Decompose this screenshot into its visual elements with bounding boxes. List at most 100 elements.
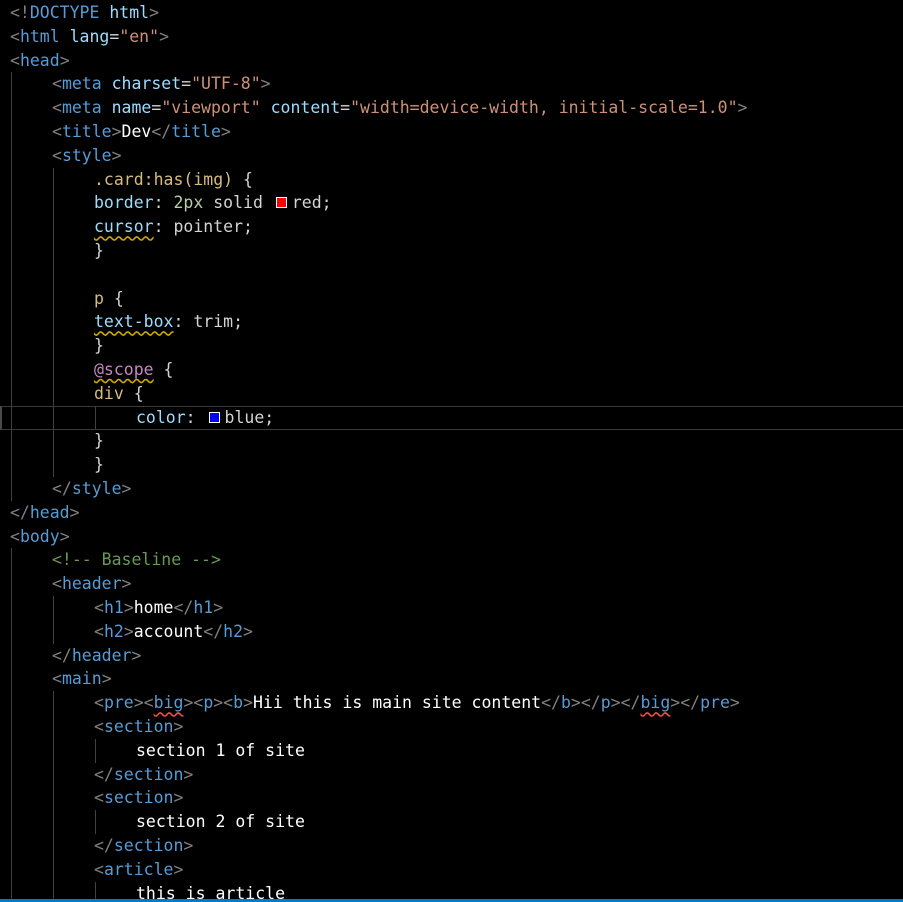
code-line[interactable]: section 2 of site — [0, 810, 903, 834]
code-line[interactable]: div { — [0, 382, 903, 406]
code-token: < — [94, 788, 104, 808]
code-token: account — [133, 621, 204, 641]
indent-guide — [95, 881, 96, 899]
code-line[interactable]: <!-- Baseline --> — [0, 548, 903, 572]
code-token: > — [183, 764, 194, 784]
code-token: > — [220, 122, 231, 141]
code-token: < — [52, 145, 62, 165]
code-line[interactable]: <article> — [0, 858, 903, 882]
code-text: <h1>home</h1> — [94, 596, 223, 620]
code-token: head — [29, 502, 70, 522]
code-line[interactable]: <section> — [0, 786, 903, 810]
code-text: </head> — [10, 501, 80, 525]
code-token: home — [133, 598, 174, 617]
color-swatch-icon[interactable] — [208, 411, 220, 423]
code-token: } — [94, 241, 104, 260]
code-text: } — [94, 239, 104, 263]
code-line[interactable]: </style> — [0, 477, 903, 501]
code-token: < — [10, 526, 20, 546]
code-line-active[interactable]: color: blue; — [0, 405, 903, 430]
code-token: this is article — [136, 883, 286, 899]
code-token: solid — [203, 193, 273, 213]
code-token: > — [183, 836, 194, 855]
code-line[interactable]: <header> — [0, 572, 903, 596]
code-token: { — [103, 288, 124, 308]
code-line[interactable]: <head> — [0, 49, 903, 73]
code-token: h1 — [103, 598, 124, 617]
code-line[interactable]: <style> — [0, 144, 903, 168]
code-line[interactable]: <main> — [0, 667, 903, 691]
code-line[interactable]: </head> — [0, 501, 903, 525]
code-line[interactable]: <html lang="en"> — [0, 25, 903, 49]
code-token: > — [159, 26, 169, 46]
code-token: header — [71, 645, 132, 665]
code-line[interactable]: cursor: pointer; — [0, 215, 903, 239]
code-token: color — [136, 407, 186, 427]
code-token: name — [111, 98, 152, 118]
code-line[interactable]: <!DOCTYPE html> — [0, 1, 903, 25]
code-token: section — [103, 788, 174, 808]
code-token: head — [19, 50, 60, 70]
code-token: = — [181, 74, 192, 94]
code-line[interactable]: } — [0, 453, 903, 477]
code-token: section 2 of site — [136, 812, 305, 832]
color-swatch-icon[interactable] — [275, 197, 287, 209]
code-line[interactable]: border: 2px solid red; — [0, 191, 903, 215]
code-token: } — [94, 431, 104, 451]
code-token: < — [94, 621, 104, 641]
code-token: </ — [52, 645, 72, 665]
code-line[interactable]: this is article — [0, 882, 903, 899]
code-token: charset — [111, 74, 182, 94]
code-line[interactable]: } — [0, 239, 903, 263]
code-token: { — [233, 169, 253, 189]
code-token: < — [52, 122, 62, 141]
code-token: < — [94, 717, 104, 736]
code-text: @scope { — [94, 358, 173, 382]
code-line[interactable]: text-box: trim; — [0, 310, 903, 334]
code-token: .card:has(img) — [94, 169, 234, 189]
code-text: <meta name="viewport" content="width=dev… — [52, 96, 747, 120]
code-token: DOCTYPE — [29, 3, 100, 22]
code-text: <article> — [94, 858, 183, 882]
code-token: < — [94, 859, 104, 879]
code-line[interactable]: } — [0, 334, 903, 358]
code-line[interactable]: </section> — [0, 834, 903, 858]
code-token: </ — [203, 621, 224, 641]
code-token: "viewport" — [161, 98, 261, 118]
code-line[interactable]: } — [0, 429, 903, 453]
code-line[interactable]: <h1>home</h1> — [0, 596, 903, 620]
code-line[interactable]: <h2>account</h2> — [0, 620, 903, 644]
code-line[interactable]: <meta charset="UTF-8"> — [0, 72, 903, 96]
code-line[interactable]: </section> — [0, 763, 903, 787]
code-token: section — [113, 764, 184, 784]
code-token: pre — [700, 693, 730, 713]
code-line[interactable]: @scope { — [0, 358, 903, 382]
code-token: p — [600, 693, 611, 713]
code-text: } — [94, 453, 104, 477]
code-editor[interactable]: <!DOCTYPE html> <html lang="en"> <head> <me… — [0, 0, 903, 899]
code-line[interactable]: .card:has(img) { — [0, 168, 903, 192]
code-token: < — [10, 26, 20, 46]
code-token: : pointer; — [153, 217, 253, 237]
code-line[interactable] — [0, 263, 903, 287]
code-token: header — [61, 574, 122, 594]
code-line[interactable]: <section> — [0, 715, 903, 739]
code-line[interactable]: <title>Dev</title> — [0, 120, 903, 144]
indent-guide — [53, 596, 54, 644]
code-token: main — [61, 669, 102, 689]
code-token: html — [19, 26, 60, 46]
code-token: </ — [52, 479, 72, 498]
code-line[interactable]: <body> — [0, 525, 903, 549]
code-token: ></ — [570, 693, 601, 713]
code-line[interactable]: </header> — [0, 644, 903, 668]
code-line[interactable]: section 1 of site — [0, 739, 903, 763]
code-line[interactable]: p { — [0, 287, 903, 311]
code-line[interactable]: <meta name="viewport" content="width=dev… — [0, 96, 903, 120]
code-token: > — [123, 598, 134, 617]
indent-guide — [11, 72, 12, 501]
code-text: <h2>account</h2> — [94, 620, 253, 644]
code-token: style — [71, 479, 122, 498]
code-line[interactable]: <pre><big><p><b>Hii this is main site co… — [0, 691, 903, 715]
